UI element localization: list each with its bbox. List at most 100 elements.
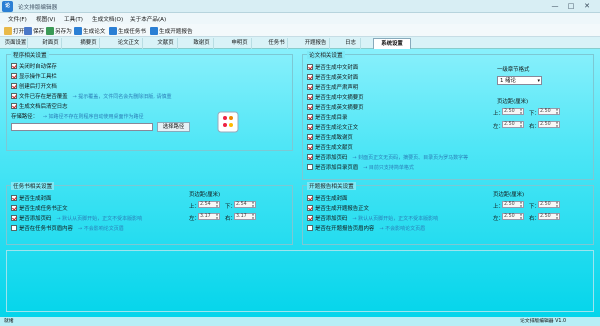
checkbox[interactable]: [307, 114, 313, 120]
checkbox[interactable]: [11, 225, 17, 231]
generate-report-button[interactable]: 生成开题报告: [150, 26, 193, 35]
tab-page-setup[interactable]: 页面设置: [4, 38, 28, 49]
checkbox[interactable]: [307, 144, 313, 150]
checkbox-row[interactable]: 是否添加目录页眉 → 目前只支持简单格式: [307, 163, 414, 171]
app-window: 论 论文排版编辑器 — □ ✕ 文件(F) 视图(V) 工具(T) 生成文档(O…: [0, 0, 600, 326]
checkbox-row[interactable]: 是否生成严肃声明: [307, 83, 358, 91]
checkbox[interactable]: [307, 94, 313, 100]
margin-left-spinner[interactable]: 2.50: [502, 121, 524, 128]
checkbox[interactable]: [307, 154, 313, 160]
menu-view[interactable]: 视图(V): [36, 15, 55, 23]
margin-top-spinner[interactable]: 2.50: [502, 108, 524, 115]
checkbox[interactable]: [11, 205, 17, 211]
minimize-button[interactable]: —: [548, 1, 562, 11]
checkbox[interactable]: [307, 164, 313, 170]
margin-right-spinner[interactable]: 2.50: [538, 213, 560, 220]
checkbox-row[interactable]: 是否生成封面: [307, 194, 347, 202]
save-button[interactable]: 保存: [24, 26, 44, 35]
panel-title: 任务书相关设置: [11, 182, 55, 190]
checkbox[interactable]: [11, 73, 17, 79]
save-as-button[interactable]: 另存为: [46, 26, 72, 35]
checkbox[interactable]: [11, 215, 17, 221]
close-button[interactable]: ✕: [580, 1, 594, 11]
checkbox[interactable]: [307, 134, 313, 140]
checkbox[interactable]: [307, 74, 313, 80]
proposal-settings-panel: 开题报告相关设置 是否生成封面 是否生成开题报告正文 是否添加页码 → 默认从页脚…: [302, 182, 594, 245]
margin-left-spinner[interactable]: 2.50: [502, 213, 524, 220]
margin-right-spinner[interactable]: 3.17: [234, 213, 256, 220]
checkbox-row[interactable]: 是否添加页码 → 默认从页脚开始，正文不受本版影响: [11, 214, 142, 222]
margin-left-spinner[interactable]: 3.17: [198, 213, 220, 220]
tab-declaration[interactable]: 申明页: [228, 38, 252, 49]
checkbox-row[interactable]: 是否生成文献页: [307, 143, 353, 151]
margin-bottom-spinner[interactable]: 2.50: [538, 108, 560, 115]
word-doc-icon: [150, 26, 158, 35]
checkbox-row[interactable]: 是否生成致谢页: [307, 133, 353, 141]
checkbox-row[interactable]: 是否生成中文封面: [307, 63, 358, 71]
checkbox[interactable]: [307, 195, 313, 201]
margin-bottom-spinner[interactable]: 2.54: [234, 201, 256, 208]
tab-cover[interactable]: 封面页: [40, 38, 62, 49]
menu-tools[interactable]: 工具(T): [64, 15, 83, 23]
checkbox[interactable]: [11, 93, 17, 99]
margin-bottom-spinner[interactable]: 2.50: [538, 201, 560, 208]
tab-system-settings[interactable]: 系统设置: [373, 38, 411, 49]
maximize-button[interactable]: □: [564, 1, 578, 11]
checkbox[interactable]: [307, 205, 313, 211]
checkbox[interactable]: [307, 225, 313, 231]
checkbox-row[interactable]: 生成文档后清空日志: [11, 102, 68, 110]
tab-log[interactable]: 日志: [341, 38, 361, 49]
checkbox-row[interactable]: 创建后打开文档: [11, 82, 57, 90]
tab-abstract[interactable]: 摘要页: [78, 38, 100, 49]
checkbox-row[interactable]: 是否生成目录: [307, 113, 347, 121]
checkbox-row[interactable]: 是否生成封面: [11, 194, 51, 202]
path-input[interactable]: [11, 123, 153, 131]
checkbox-row[interactable]: 是否生成开题报告正文: [307, 204, 369, 212]
checkbox[interactable]: [307, 215, 313, 221]
tab-acknowledgement[interactable]: 致谢页: [190, 38, 214, 49]
checkbox-row[interactable]: 关闭时自动保存: [11, 62, 57, 70]
checkbox-row[interactable]: 是否在开题报告页眉内容 → 不会影响论文页眉: [307, 224, 425, 232]
tab-task-book[interactable]: 任务书: [266, 38, 288, 49]
tab-proposal[interactable]: 开题报告: [302, 38, 330, 49]
tab-body[interactable]: 论文正文: [115, 38, 143, 49]
checkbox-row[interactable]: 是否生成中文摘要页: [307, 93, 364, 101]
checkbox-row[interactable]: 是否生成任务书正文: [11, 204, 68, 212]
checkbox[interactable]: [307, 124, 313, 130]
hint-text: → 提示覆盖，文件同名会先删除旧版, 请慎重: [72, 93, 172, 100]
menu-generate[interactable]: 生成文档(O): [92, 15, 123, 23]
tab-references[interactable]: 文献页: [154, 38, 178, 49]
hint-text: → 默认从页脚开始，正文不受本版影响: [56, 215, 143, 222]
hint-text: → 不会影响论文页眉: [77, 225, 124, 232]
checkbox[interactable]: [11, 103, 17, 109]
menu-about[interactable]: 关于本产品(A): [130, 15, 166, 23]
checkbox-row[interactable]: 是否添加页码 → 封面页正文无页码，摘要页、目录页为罗马数字等: [307, 153, 468, 161]
checkbox[interactable]: [11, 195, 17, 201]
checkbox[interactable]: [307, 64, 313, 70]
checkbox[interactable]: [11, 83, 17, 89]
generate-paper-button[interactable]: 生成论文: [74, 26, 105, 35]
menu-file[interactable]: 文件(F): [8, 15, 27, 23]
checkbox-row[interactable]: 显示操作工具栏: [11, 72, 57, 80]
status-text: 就绪: [4, 319, 14, 324]
checkbox-row[interactable]: 是否生成论文正文: [307, 123, 358, 131]
checkbox[interactable]: [11, 63, 17, 69]
panel-title: 开题报告相关设置: [307, 182, 356, 190]
task-book-settings-panel: 任务书相关设置 是否生成封面 是否生成任务书正文 是否添加页码 → 默认从页脚开始…: [6, 182, 293, 245]
checkbox-row[interactable]: 是否在任务书页眉内容 → 不会影响论文页眉: [11, 224, 124, 232]
checkbox-row[interactable]: 是否生成英文封面: [307, 73, 358, 81]
margin-label: 页边距(厘米): [497, 99, 529, 105]
checkbox-row[interactable]: 是否生成英文摘要页: [307, 103, 364, 111]
margin-right-spinner[interactable]: 2.50: [538, 121, 560, 128]
menu-bar: 文件(F) 视图(V) 工具(T) 生成文档(O) 关于本产品(A): [0, 13, 600, 24]
checkbox[interactable]: [307, 104, 313, 110]
checkbox-row[interactable]: 是否添加页码 → 默认从页脚开始，正文不受本版影响: [307, 214, 438, 222]
checkbox[interactable]: [307, 84, 313, 90]
margin-top-spinner[interactable]: 2.54: [198, 201, 220, 208]
select-path-button[interactable]: 选择路径: [157, 122, 190, 132]
margin-top-spinner[interactable]: 2.50: [502, 201, 524, 208]
generate-task-button[interactable]: 生成任务书: [109, 26, 146, 35]
chapter-format-select[interactable]: 1 绪论 ▾: [497, 76, 542, 85]
open-button[interactable]: 打开: [4, 26, 24, 35]
checkbox-row[interactable]: 文件已存在是否覆盖 → 提示覆盖，文件同名会先删除旧版, 请慎重: [11, 92, 172, 100]
